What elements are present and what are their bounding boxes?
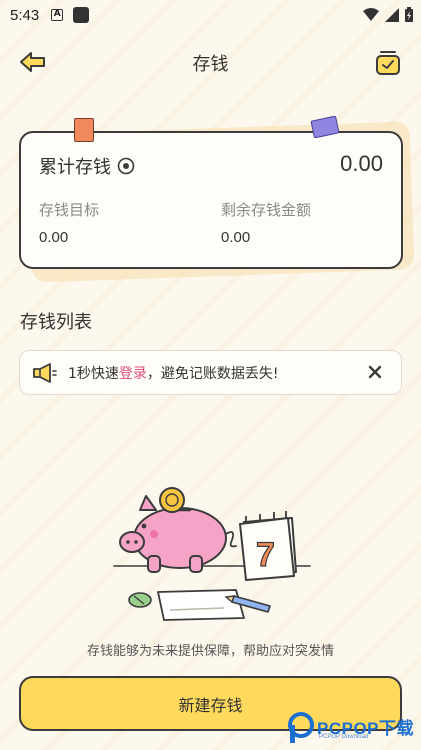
page-title: 存钱 xyxy=(192,54,229,75)
status-icons xyxy=(363,7,413,22)
calendar-check-icon[interactable] xyxy=(375,48,401,76)
login-banner-prefix: 1秒快速 xyxy=(68,365,119,382)
total-savings-label-group: 累计存钱 xyxy=(39,153,135,179)
savings-goal-value: 0.00 xyxy=(39,229,69,246)
total-savings-label: 累计存钱 xyxy=(39,157,111,178)
watermark-sub: PCPOP Download xyxy=(319,734,369,740)
megaphone-icon xyxy=(33,362,57,383)
piggy-bank-illustration: 7 xyxy=(113,487,311,621)
wifi-icon xyxy=(363,7,379,21)
paper-sheet-icon xyxy=(157,589,245,621)
savings-summary-card: 累计存钱 0.00 存钱目标 0.00 剩余存钱金额 0.00 xyxy=(19,131,403,269)
battery-icon xyxy=(405,7,413,22)
total-savings-value: 0.00 xyxy=(340,151,383,176)
login-banner: 1秒快速登录，避免记账数据丢失! xyxy=(19,350,402,395)
coin-icon xyxy=(159,487,185,513)
pcpop-watermark: PCPOP下载 PCPOP Download xyxy=(287,712,417,748)
status-bar: 5:43 A xyxy=(0,0,421,30)
login-link[interactable]: 登录 xyxy=(119,366,147,382)
status-time: 5:43 xyxy=(10,6,40,24)
login-banner-suffix: ，避免记账数据丢失! xyxy=(146,365,279,382)
savings-list-title: 存钱列表 xyxy=(20,312,92,333)
notification-a-icon: A xyxy=(51,9,64,21)
remaining-amount-label: 剩余存钱金额 xyxy=(221,201,312,219)
eraser-icon xyxy=(128,592,152,608)
signal-icon xyxy=(385,7,399,22)
eye-icon[interactable] xyxy=(117,157,135,175)
login-banner-text: 1秒快速登录，避免记账数据丢失! xyxy=(68,363,279,383)
header: 存钱 xyxy=(0,40,421,84)
pcpop-logo-icon xyxy=(288,712,314,743)
close-icon[interactable] xyxy=(365,362,385,382)
savings-goal-label: 存钱目标 xyxy=(39,201,100,219)
desk-calendar-icon: 7 xyxy=(239,511,297,581)
calendar-number: 7 xyxy=(256,536,275,574)
empty-state-message: 存钱能够为未来提供保障，帮助应对突发情 xyxy=(86,644,334,659)
notification-square-icon xyxy=(73,7,90,23)
remaining-amount-value: 0.00 xyxy=(221,229,251,246)
tape-decoration-left xyxy=(74,118,94,142)
